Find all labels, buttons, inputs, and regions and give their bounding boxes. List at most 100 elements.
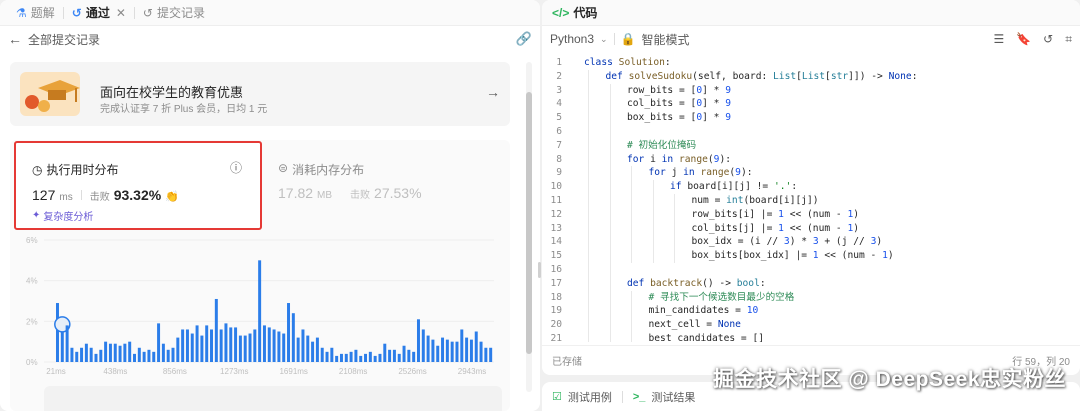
- scrollbar-thumb[interactable]: [526, 92, 532, 354]
- tab-test-results[interactable]: 测试结果: [651, 389, 695, 405]
- histogram-bar[interactable]: [392, 349, 396, 362]
- histogram-bar[interactable]: [344, 353, 348, 362]
- histogram-bar[interactable]: [373, 355, 377, 362]
- tab-solutions[interactable]: ⚗ 题解: [8, 0, 63, 26]
- histogram-bar[interactable]: [272, 329, 276, 362]
- histogram-bar[interactable]: [330, 347, 334, 362]
- histogram-bar[interactable]: [224, 323, 228, 362]
- histogram-bar[interactable]: [460, 329, 464, 362]
- histogram-bar[interactable]: [142, 351, 146, 362]
- histogram-bar[interactable]: [282, 333, 286, 362]
- histogram-bar[interactable]: [359, 355, 363, 362]
- histogram-bar[interactable]: [450, 341, 454, 362]
- format-icon[interactable]: ☰: [993, 32, 1004, 47]
- histogram-bar[interactable]: [469, 339, 473, 362]
- histogram-bar[interactable]: [75, 351, 79, 362]
- chevron-down-icon[interactable]: ⌄: [600, 34, 608, 45]
- histogram-bar[interactable]: [320, 347, 324, 362]
- code-line[interactable]: 7 # 初始化位掩码: [542, 139, 1080, 153]
- histogram-range-slider[interactable]: [44, 386, 502, 411]
- histogram-bar[interactable]: [311, 341, 315, 362]
- histogram-bar[interactable]: [484, 347, 488, 362]
- histogram-bar[interactable]: [421, 329, 425, 362]
- histogram-bar[interactable]: [339, 353, 343, 362]
- histogram-bar[interactable]: [133, 353, 136, 362]
- histogram-bar[interactable]: [301, 329, 305, 362]
- code-line[interactable]: 21 best_candidates = []: [542, 332, 1080, 342]
- code-line[interactable]: 10 if board[i][j] != '.':: [542, 180, 1080, 194]
- histogram-bar[interactable]: [181, 329, 185, 362]
- histogram-bar[interactable]: [368, 351, 372, 362]
- memory-distribution-tab[interactable]: ⊜ 消耗内存分布: [278, 161, 364, 178]
- code-line[interactable]: 15 box_bits[box_idx] |= 1 << (num - 1): [542, 249, 1080, 263]
- histogram-bar[interactable]: [335, 355, 339, 362]
- histogram-bar[interactable]: [161, 343, 165, 362]
- histogram-bar[interactable]: [157, 323, 161, 362]
- histogram-bar[interactable]: [277, 331, 281, 363]
- histogram-bar[interactable]: [267, 327, 271, 362]
- histogram-bar[interactable]: [426, 335, 430, 362]
- histogram-bar[interactable]: [364, 353, 368, 362]
- info-icon[interactable]: ⓘ: [230, 159, 242, 176]
- code-line[interactable]: 13 col_bits[j] |= 1 << (num - 1): [542, 222, 1080, 236]
- histogram-bar[interactable]: [306, 335, 310, 362]
- histogram-bar[interactable]: [210, 329, 213, 362]
- histogram-bar[interactable]: [166, 349, 170, 362]
- histogram-bar[interactable]: [253, 329, 257, 362]
- histogram-bar[interactable]: [137, 347, 141, 362]
- smart-mode-label[interactable]: 智能模式: [642, 31, 690, 48]
- panel-resize-handle[interactable]: [538, 262, 541, 278]
- education-promo-banner[interactable]: 面向在校学生的教育优惠 完成认证享 7 折 Plus 会员，日均 1 元 →: [10, 62, 510, 126]
- arrow-right-icon[interactable]: →: [486, 84, 500, 100]
- code-line[interactable]: 8 for i in range(9):: [542, 153, 1080, 167]
- code-line[interactable]: 19 min_candidates = 10: [542, 304, 1080, 318]
- brackets-icon[interactable]: ⌗: [1065, 32, 1072, 47]
- code-editor[interactable]: 1 class Solution: 2 def solveSudoku(self, b…: [542, 56, 1080, 342]
- histogram-bar[interactable]: [84, 343, 88, 362]
- histogram-bar[interactable]: [128, 341, 132, 362]
- histogram-bar[interactable]: [416, 319, 420, 362]
- link-icon[interactable]: 🔗: [516, 31, 532, 47]
- histogram-bar[interactable]: [104, 341, 108, 362]
- language-select[interactable]: Python3: [550, 32, 594, 46]
- histogram-bar[interactable]: [349, 351, 353, 362]
- code-line[interactable]: 3 row_bits = [0] * 9: [542, 84, 1080, 98]
- histogram-bar[interactable]: [176, 337, 180, 362]
- histogram-bar[interactable]: [315, 337, 319, 362]
- histogram-bar[interactable]: [325, 351, 329, 362]
- code-line[interactable]: 14 box_idx = (i // 3) * 3 + (j // 3): [542, 235, 1080, 249]
- code-line[interactable]: 18 # 寻找下一个候选数目最少的空格: [542, 291, 1080, 305]
- histogram-bar[interactable]: [383, 343, 387, 362]
- histogram-bar[interactable]: [402, 345, 406, 362]
- code-line[interactable]: 12 row_bits[i] |= 1 << (num - 1): [542, 208, 1080, 222]
- histogram-bar[interactable]: [70, 347, 74, 362]
- code-line[interactable]: 20 next_cell = None: [542, 318, 1080, 332]
- histogram-bar[interactable]: [431, 339, 435, 362]
- histogram-bar[interactable]: [465, 337, 469, 362]
- runtime-histogram[interactable]: 0% 2% 4% 6% 21ms 438ms 856ms 1273ms 1691ms 2108ms…: [16, 232, 510, 378]
- histogram-bar[interactable]: [489, 347, 493, 362]
- histogram-bar[interactable]: [397, 353, 401, 362]
- histogram-bar[interactable]: [441, 337, 445, 362]
- histogram-bar[interactable]: [229, 327, 233, 362]
- histogram-bar[interactable]: [200, 335, 204, 362]
- code-line[interactable]: 11 num = int(board[i][j]): [542, 194, 1080, 208]
- histogram-bar[interactable]: [445, 339, 449, 362]
- histogram-bar[interactable]: [171, 347, 175, 362]
- histogram-bar[interactable]: [99, 349, 103, 362]
- complexity-analysis-link[interactable]: ✦ 复杂度分析: [32, 208, 93, 223]
- histogram-bar[interactable]: [412, 351, 416, 362]
- histogram-bar[interactable]: [205, 325, 209, 362]
- histogram-bar[interactable]: [238, 335, 242, 362]
- histogram-bar[interactable]: [296, 337, 300, 362]
- histogram-bar[interactable]: [378, 353, 382, 362]
- histogram-bar[interactable]: [89, 347, 93, 362]
- histogram-bar[interactable]: [291, 313, 295, 362]
- histogram-bar[interactable]: [80, 347, 84, 362]
- histogram-bar[interactable]: [436, 345, 440, 362]
- histogram-bar[interactable]: [474, 331, 478, 363]
- tab-submissions[interactable]: ↺ 提交记录: [135, 0, 213, 26]
- histogram-bar[interactable]: [108, 343, 112, 362]
- code-line[interactable]: 17 def backtrack() -> bool:: [542, 277, 1080, 291]
- histogram-bar[interactable]: [56, 303, 59, 362]
